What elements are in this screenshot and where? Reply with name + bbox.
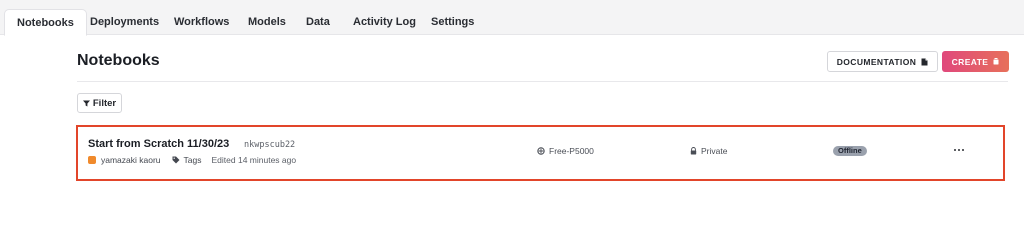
tab-data[interactable]: Data [294, 9, 342, 35]
tab-bar: Notebooks Deployments Workflows Models D… [0, 0, 1024, 36]
more-horizontal-icon[interactable] [950, 142, 968, 158]
more-dot [957, 148, 961, 152]
notebook-privacy-label: Private [701, 146, 728, 156]
tab-activity-log[interactable]: Activity Log [341, 9, 428, 35]
notebook-row[interactable]: Start from Scratch 11/30/23 nkwpscub22 y… [76, 125, 1005, 181]
notebook-edited-time: Edited 14 minutes ago [211, 155, 297, 165]
tab-notebooks[interactable]: Notebooks [4, 9, 87, 36]
file-icon [921, 58, 928, 66]
filter-button[interactable]: Filter [77, 93, 122, 113]
tab-deployments[interactable]: Deployments [78, 9, 171, 35]
tab-settings[interactable]: Settings [419, 9, 486, 35]
filter-icon [82, 100, 90, 107]
documentation-button-label: DOCUMENTATION [836, 56, 917, 67]
notebook-id: nkwpscub22 [244, 140, 296, 150]
notebook-privacy: Private [690, 146, 727, 156]
more-dot [953, 148, 957, 152]
more-dot [961, 148, 965, 152]
notebook-title[interactable]: Start from Scratch 11/30/23 [88, 138, 229, 150]
tab-workflows[interactable]: Workflows [162, 9, 241, 35]
notebook-owner: yamazaki kaoru [101, 155, 161, 165]
tag-icon [172, 156, 180, 164]
status-badge: Offline [833, 146, 867, 156]
filter-button-label: Filter [92, 97, 117, 109]
gpu-icon [537, 147, 545, 155]
create-button[interactable]: CREATE [942, 51, 1009, 72]
trash-icon [993, 58, 999, 65]
notebook-machine: Free-P5000 [537, 146, 594, 156]
tab-models[interactable]: Models [236, 9, 298, 35]
notebook-meta: yamazaki kaoru Tags Edited 14 minutes ag… [88, 154, 296, 166]
notebook-machine-label: Free-P5000 [549, 146, 594, 156]
header-divider [77, 81, 1008, 82]
documentation-button[interactable]: DOCUMENTATION [827, 51, 938, 72]
lock-icon [690, 147, 697, 155]
avatar [88, 156, 96, 164]
page-title: Notebooks [77, 52, 160, 69]
notebook-tags-label[interactable]: Tags [184, 155, 202, 165]
create-button-label: CREATE [951, 56, 989, 67]
